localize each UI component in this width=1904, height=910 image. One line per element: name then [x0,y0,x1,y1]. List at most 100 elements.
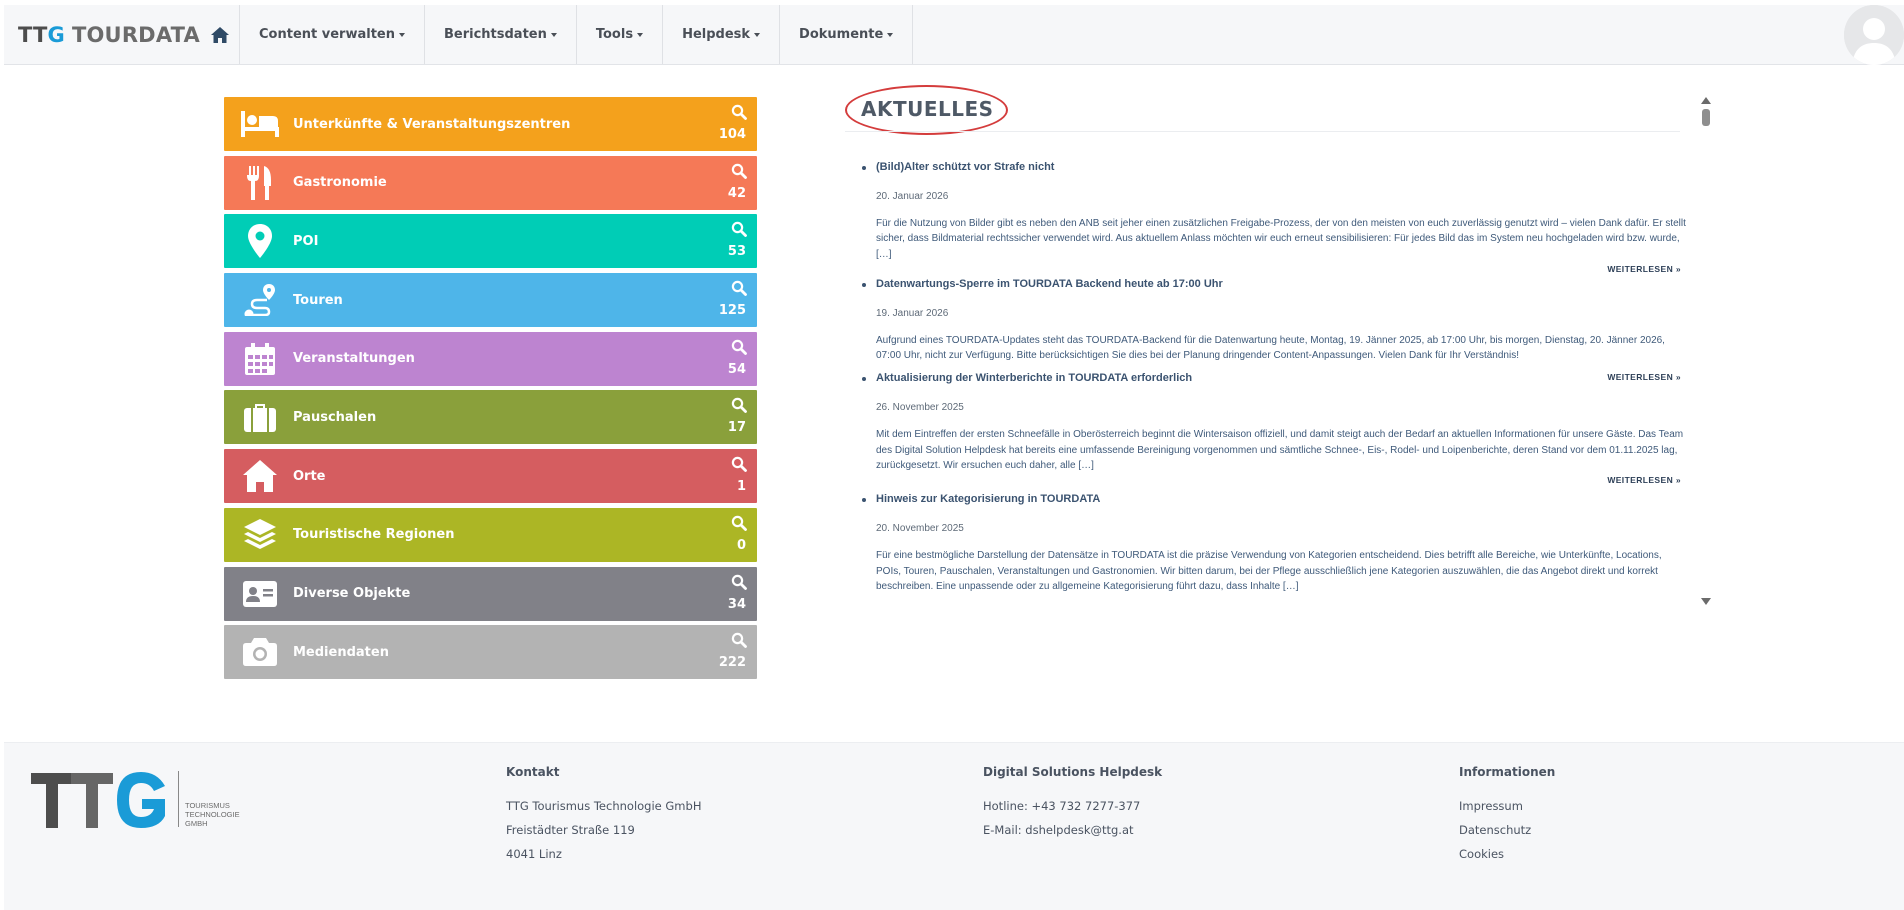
tile-label: Orte [293,468,326,484]
tile-mediendaten[interactable]: Mediendaten 222 [224,625,757,680]
news-title: AKTUELLES [861,97,994,121]
article-title[interactable]: Aktualisierung der Winterberichte in TOU… [876,371,1689,385]
search-icon[interactable] [731,574,747,590]
tile-label: POI [293,233,319,249]
house-icon [240,457,280,495]
camera-icon [240,633,280,671]
caret-down-icon [754,33,761,37]
calendar-icon [240,340,280,378]
tile-label: Touristische Regionen [293,527,455,543]
caret-down-icon [550,33,557,37]
search-icon[interactable] [731,163,747,179]
article-excerpt: Für die Nutzung von Bilder gibt es neben… [876,218,1686,260]
news-panel: AKTUELLES (Bild)Alter schützt vor Strafe… [845,85,1715,605]
svg-text:TOURISMUS: TOURISMUS [185,801,230,810]
article-excerpt: Für eine bestmögliche Darstellung der Da… [876,550,1662,592]
tile-label: Touren [293,292,343,308]
tile-label: Unterkünfte & Veranstaltungszentren [293,116,571,132]
search-icon[interactable] [731,280,747,296]
tile-label: Diverse Objekte [293,586,411,601]
read-more-link[interactable]: WEITERLESEN » [876,264,1689,275]
search-icon[interactable] [731,397,747,414]
home-button[interactable] [200,5,240,64]
news-article: (Bild)Alter schützt vor Strafe nicht 20.… [859,160,1689,275]
caret-down-icon [398,33,405,37]
scroll-down-arrow-icon[interactable] [1701,598,1711,605]
menu-label: Dokumente [799,27,884,42]
footer-street: Freistädter Straße 119 [506,823,635,837]
search-icon[interactable] [731,221,747,238]
user-avatar[interactable] [1844,5,1904,65]
menu-label: Berichtsdaten [443,27,547,42]
tile-label: Veranstaltungen [293,351,415,367]
read-more-link[interactable]: WEITERLESEN » [876,475,1689,486]
tile-diverse-objekte[interactable]: Diverse Objekte 34 [224,566,757,621]
article-excerpt: Mit dem Eintreffen der ersten Schneefäll… [876,429,1684,472]
divider [845,131,1680,132]
tile-count: 125 [718,303,746,319]
menu-content-verwalten[interactable]: Content verwalten [240,5,425,64]
footer-link-cookies[interactable]: Cookies [1459,842,1555,866]
news-scrollbar[interactable] [1700,97,1712,605]
tile-count: 1 [736,479,746,495]
tile-count: 222 [718,655,746,671]
category-tiles: Unterkünfte & Veranstaltungszentren 104 … [224,97,757,684]
footer-helpdesk: Digital Solutions Helpdesk Hotline: +43 … [983,765,1162,842]
footer-informationen: Informationen Impressum Datenschutz Cook… [1459,765,1555,866]
menu-label: Helpdesk [682,27,751,42]
tile-veranstaltungen[interactable]: Veranstaltungen 54 [224,331,757,386]
search-icon[interactable] [731,515,747,531]
tile-label: Gastronomie [293,175,387,191]
tile-pauschalen[interactable]: Pauschalen 17 [224,390,757,445]
suitcase-icon [240,398,280,436]
tile-unterkuenfte[interactable]: Unterkünfte & Veranstaltungszentren 104 [224,97,757,151]
caret-down-icon [637,33,644,37]
tile-count: 53 [727,244,746,260]
ttg-logo: TOURISMUS TECHNOLOGIE GMBH [31,771,240,828]
news-list[interactable]: (Bild)Alter schützt vor Strafe nicht 20.… [859,160,1689,603]
id-card-icon [240,575,280,613]
tile-orte[interactable]: Orte 1 [224,449,757,504]
tile-count: 17 [727,420,746,436]
footer: TOURISMUS TECHNOLOGIE GMBH Kontakt TTG T… [4,742,1904,910]
search-icon[interactable] [731,339,747,355]
footer-email[interactable]: E-Mail: dshelpdesk@ttg.at [983,818,1162,842]
scroll-thumb[interactable] [1702,109,1710,126]
menu-tools[interactable]: Tools [577,5,664,64]
menu-berichtsdaten[interactable]: Berichtsdaten [425,5,577,64]
article-title[interactable]: (Bild)Alter schützt vor Strafe nicht [876,160,1689,174]
footer-hotline[interactable]: Hotline: +43 732 7277-377 [983,794,1162,818]
tile-touristische-regionen[interactable]: Touristische Regionen 0 [224,507,757,562]
tile-count: 0 [736,537,746,553]
article-excerpt: Aufgrund eines TOURDATA-Updates steht da… [876,334,1665,362]
news-article: Datenwartungs-Sperre im TOURDATA Backend… [859,277,1689,384]
tile-touren[interactable]: Touren 125 [224,273,757,328]
menu-helpdesk[interactable]: Helpdesk [663,5,781,64]
brand-logo[interactable]: TT G TOURDATA [4,5,200,64]
tile-poi[interactable]: POI 53 [224,214,757,269]
svg-text:GMBH: GMBH [185,819,208,828]
tile-gastronomie[interactable]: Gastronomie 42 [224,155,757,210]
article-title[interactable]: Datenwartungs-Sperre im TOURDATA Backend… [876,277,1689,291]
news-article: Hinweis zur Kategorisierung in TOURDATA … [859,492,1689,594]
tile-count: 104 [718,127,746,142]
footer-kontakt: Kontakt TTG Tourismus Technologie GmbH F… [506,765,701,866]
search-icon[interactable] [731,104,747,120]
menu-dokumente[interactable]: Dokumente [780,5,914,64]
article-title[interactable]: Hinweis zur Kategorisierung in TOURDATA [876,492,1689,506]
brand-g: G [47,22,65,47]
scroll-up-arrow-icon[interactable] [1701,97,1711,104]
caret-down-icon [887,33,894,37]
article-date: 26. November 2025 [876,402,964,414]
footer-heading: Kontakt [506,765,560,779]
footer-link-impressum[interactable]: Impressum [1459,794,1555,818]
article-date: 20. November 2025 [876,523,964,535]
search-icon[interactable] [731,632,747,649]
footer-link-datenschutz[interactable]: Datenschutz [1459,818,1555,842]
tile-count: 34 [727,596,746,612]
route-icon [240,281,280,319]
article-date: 20. Januar 2026 [876,191,949,202]
footer-city: 4041 Linz [506,847,562,861]
search-icon[interactable] [731,456,747,473]
footer-heading: Digital Solutions Helpdesk [983,765,1163,779]
